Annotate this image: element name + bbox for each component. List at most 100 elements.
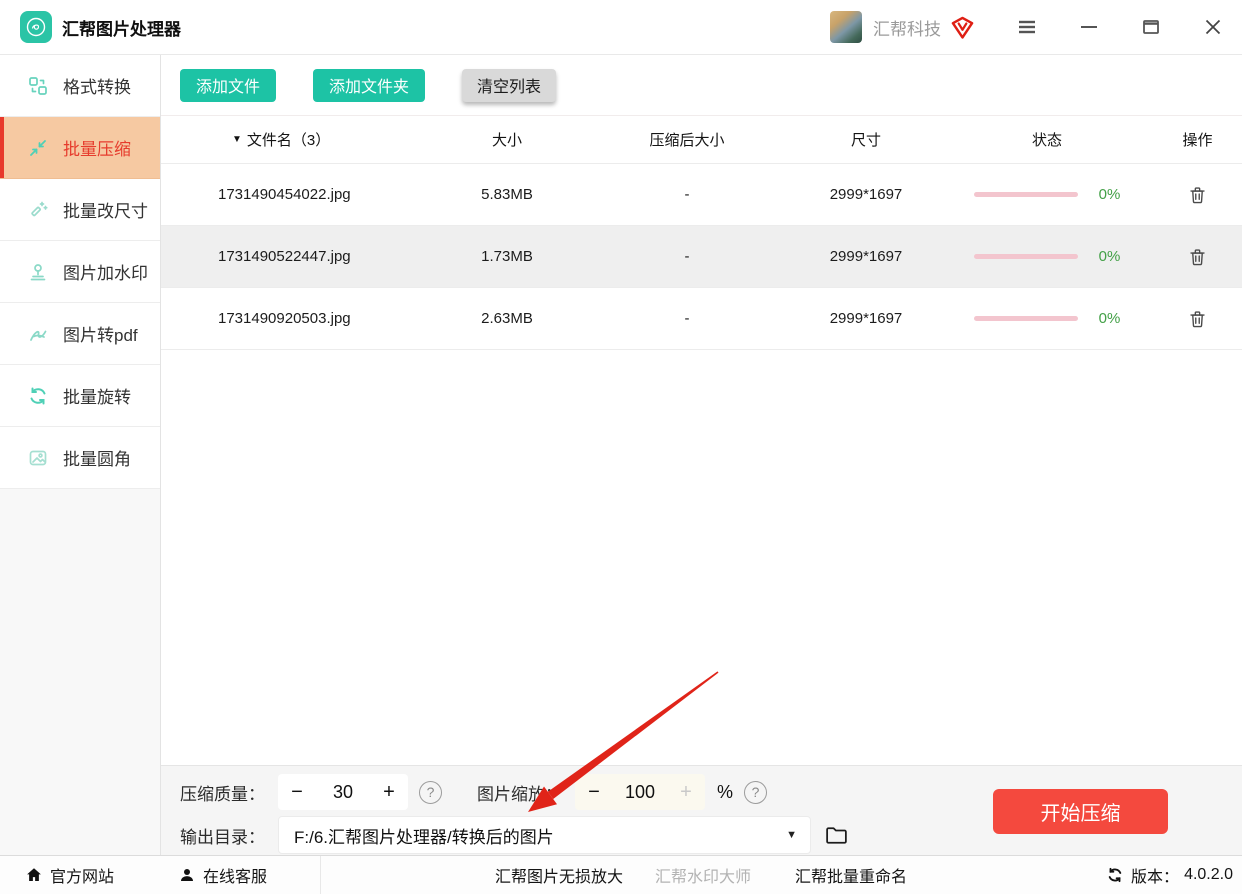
quality-help-icon[interactable]: ? — [419, 781, 442, 804]
sidebar-item-batch-rotate[interactable]: 批量旋转 — [0, 365, 160, 427]
status-cell: 0% — [941, 310, 1153, 327]
sidebar-item-rounded-corners[interactable]: 批量圆角 — [0, 427, 160, 489]
compressed-size: - — [583, 186, 791, 203]
status-cell: 0% — [941, 248, 1153, 265]
table-row: 1731490454022.jpg 5.83MB - 2999*1697 0% — [161, 164, 1242, 226]
sidebar-item-image-to-pdf[interactable]: 图片转pdf — [0, 303, 160, 365]
batch-compress-icon — [27, 137, 49, 159]
progress-bar — [974, 316, 1078, 321]
scale-minus-button[interactable]: − — [575, 781, 613, 804]
rounded-corner-image-icon — [27, 447, 49, 469]
sidebar-item-label: 图片转pdf — [63, 321, 138, 346]
footer-link-batch-rename[interactable]: 汇帮批量重命名 — [795, 863, 907, 887]
column-header-dimensions: 尺寸 — [791, 129, 941, 150]
progress-percent: 0% — [1099, 248, 1121, 265]
percent-sign: % — [717, 782, 733, 803]
scale-help-icon[interactable]: ? — [744, 781, 767, 804]
table-row: 1731490522447.jpg 1.73MB - 2999*1697 0% — [161, 226, 1242, 288]
maximize-icon[interactable] — [1138, 14, 1164, 40]
file-dimensions: 2999*1697 — [791, 248, 941, 265]
sidebar-item-label: 批量旋转 — [63, 383, 131, 408]
clear-list-button[interactable]: 清空列表 — [462, 69, 556, 102]
avatar[interactable] — [830, 11, 862, 43]
output-path-dropdown[interactable]: F:/6.汇帮图片处理器/转换后的图片 ▼ — [278, 816, 811, 854]
sidebar-item-label: 图片加水印 — [63, 259, 148, 284]
update-check-icon — [1106, 866, 1124, 884]
file-dimensions: 2999*1697 — [791, 186, 941, 203]
titlebar: 汇帮图片处理器 汇帮科技 — [0, 0, 1242, 55]
file-name: 1731490522447.jpg — [161, 248, 431, 265]
main-panel: 添加文件 添加文件夹 清空列表 ▼ 文件名（3） 大小 压缩后大小 尺寸 状态 … — [161, 55, 1242, 855]
column-header-status: 状态 — [941, 129, 1153, 150]
pdf-icon — [27, 323, 49, 345]
delete-row-icon[interactable] — [1188, 247, 1207, 266]
footer-link-watermark-master[interactable]: 汇帮水印大师 — [655, 863, 751, 887]
app-window: 汇帮图片处理器 汇帮科技 — [0, 0, 1242, 894]
vip-badge-icon[interactable] — [949, 14, 976, 41]
watermark-icon — [27, 261, 49, 283]
file-size: 2.63MB — [431, 310, 583, 327]
output-label: 输出目录： — [180, 823, 265, 848]
footer-divider — [320, 856, 321, 894]
column-header-actions: 操作 — [1153, 129, 1242, 150]
app-logo-icon — [20, 11, 52, 43]
online-service-link[interactable]: 在线客服 — [178, 863, 267, 887]
sidebar-item-label: 格式转换 — [63, 73, 131, 98]
version-label: 版本： — [1131, 863, 1179, 887]
batch-rotate-icon — [27, 385, 49, 407]
sidebar-item-format-convert[interactable]: 格式转换 — [0, 55, 160, 117]
footer-link-lossless-upscale[interactable]: 汇帮图片无损放大 — [495, 863, 623, 887]
add-folder-button[interactable]: 添加文件夹 — [313, 69, 425, 102]
toolbar: 添加文件 添加文件夹 清空列表 — [161, 55, 1242, 115]
account-name: 汇帮科技 — [873, 15, 941, 40]
quality-value[interactable]: 30 — [316, 782, 370, 803]
column-header-filename[interactable]: ▼ 文件名（3） — [161, 129, 431, 150]
table-row: 1731490920503.jpg 2.63MB - 2999*1697 0% — [161, 288, 1242, 350]
output-path-value: F:/6.汇帮图片处理器/转换后的图片 — [294, 823, 554, 848]
quality-stepper: − 30 + — [278, 774, 408, 810]
browse-folder-icon[interactable] — [824, 823, 849, 848]
column-header-size: 大小 — [431, 129, 583, 150]
batch-resize-icon — [27, 199, 49, 221]
scale-plus-button[interactable]: + — [667, 781, 705, 804]
quality-plus-button[interactable]: + — [370, 781, 408, 804]
version-number: 4.0.2.0 — [1184, 866, 1233, 884]
add-file-button[interactable]: 添加文件 — [180, 69, 276, 102]
official-site-link[interactable]: 官方网站 — [25, 863, 114, 887]
format-convert-icon — [27, 75, 49, 97]
status-cell: 0% — [941, 186, 1153, 203]
quality-minus-button[interactable]: − — [278, 781, 316, 804]
scale-value[interactable]: 100 — [613, 782, 667, 803]
app-title: 汇帮图片处理器 — [62, 15, 181, 40]
compressed-size: - — [583, 248, 791, 265]
customer-service-icon — [178, 866, 196, 884]
file-size: 1.73MB — [431, 248, 583, 265]
file-name: 1731490920503.jpg — [161, 310, 431, 327]
sidebar-item-label: 批量圆角 — [63, 445, 131, 470]
version-info: 版本： 4.0.2.0 — [1106, 863, 1233, 887]
scale-label: 图片缩放： — [477, 780, 562, 805]
close-icon[interactable] — [1200, 14, 1226, 40]
scale-stepper: − 100 + — [575, 774, 705, 810]
minimize-icon[interactable] — [1076, 14, 1102, 40]
sort-desc-icon[interactable]: ▼ — [232, 134, 242, 145]
delete-row-icon[interactable] — [1188, 185, 1207, 204]
sidebar-item-watermark[interactable]: 图片加水印 — [0, 241, 160, 303]
file-size: 5.83MB — [431, 186, 583, 203]
progress-bar — [974, 192, 1078, 197]
table-header: ▼ 文件名（3） 大小 压缩后大小 尺寸 状态 操作 — [161, 115, 1242, 164]
menu-icon[interactable] — [1014, 14, 1040, 40]
progress-percent: 0% — [1099, 186, 1121, 203]
delete-row-icon[interactable] — [1188, 309, 1207, 328]
sidebar-item-label: 批量压缩 — [63, 135, 131, 160]
home-icon — [25, 866, 43, 884]
dropdown-caret-icon: ▼ — [786, 829, 797, 841]
progress-percent: 0% — [1099, 310, 1121, 327]
progress-bar — [974, 254, 1078, 259]
sidebar-item-batch-compress[interactable]: 批量压缩 — [0, 117, 160, 179]
settings-panel: 压缩质量： − 30 + ? 图片缩放： − 100 + % ? — [161, 765, 1242, 855]
compressed-size: - — [583, 310, 791, 327]
sidebar-item-batch-resize[interactable]: 批量改尺寸 — [0, 179, 160, 241]
start-compress-button[interactable]: 开始压缩 — [993, 789, 1168, 834]
quality-label: 压缩质量： — [180, 780, 265, 805]
